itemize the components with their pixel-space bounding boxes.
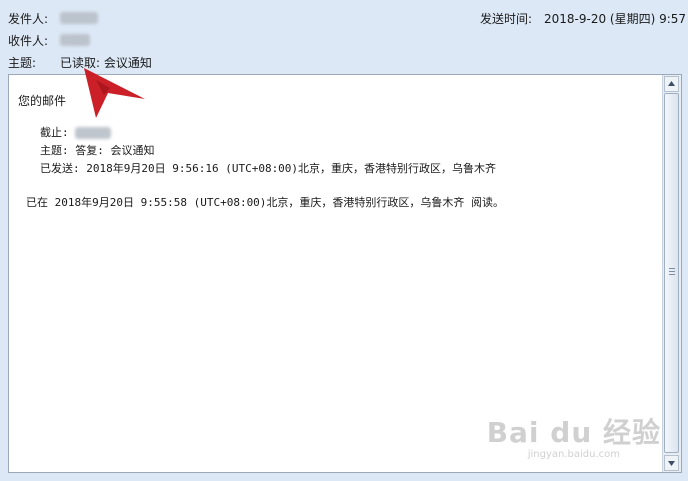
vertical-scrollbar[interactable] bbox=[662, 75, 681, 472]
scroll-down-button[interactable] bbox=[664, 455, 679, 471]
scroll-up-icon bbox=[668, 81, 675, 86]
read-receipt-line: 已在 2018年9月20日 9:55:58 (UTC+08:00)北京，重庆，香… bbox=[26, 196, 505, 209]
watermark-logo: Bai du 经验 bbox=[486, 416, 661, 449]
scroll-thumb[interactable] bbox=[664, 93, 679, 453]
to-value-redacted[interactable] bbox=[60, 32, 90, 46]
from-value-redacted[interactable] bbox=[60, 10, 98, 24]
original-to-label: 截止: bbox=[40, 126, 69, 139]
sent-time-value: 2018-9-20 (星期四) 9:57 bbox=[544, 12, 687, 26]
scroll-up-button[interactable] bbox=[664, 76, 679, 92]
subject-label: 主题: bbox=[8, 56, 37, 70]
scroll-down-icon bbox=[668, 461, 675, 466]
sent-time-label: 发送时间: bbox=[480, 12, 533, 26]
original-to-redacted bbox=[75, 127, 112, 139]
greeting-text: 您的邮件 bbox=[18, 94, 67, 108]
baidu-watermark: Bai du 经验 jingyan.baidu.com bbox=[487, 411, 661, 460]
scroll-grip-icon bbox=[669, 268, 675, 276]
from-label: 发件人: bbox=[8, 12, 49, 26]
original-to-line: 截止: bbox=[40, 124, 112, 140]
subject-value: 已读取: 会议通知 bbox=[60, 56, 152, 70]
to-label: 收件人: bbox=[8, 34, 49, 48]
message-body-pane[interactable]: 您的邮件 截止: 主题: 答复: 会议通知 已发送: 2018年9月20日 9:… bbox=[8, 74, 682, 473]
original-subject-line: 主题: 答复: 会议通知 bbox=[40, 144, 155, 157]
original-sent-line: 已发送: 2018年9月20日 9:56:16 (UTC+08:00)北京，重庆… bbox=[40, 162, 497, 175]
